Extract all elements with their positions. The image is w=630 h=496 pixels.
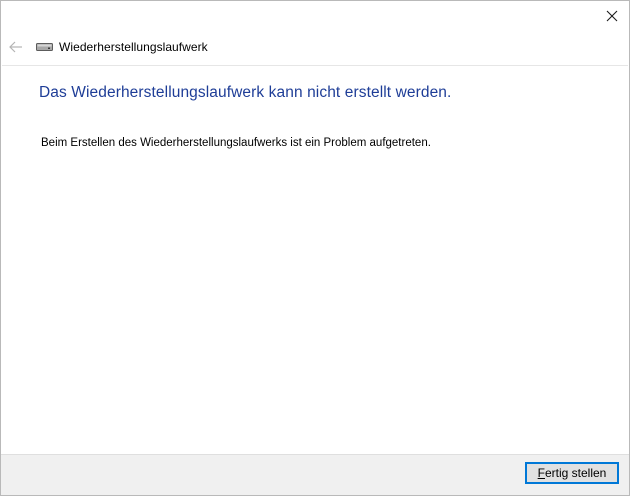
header-divider	[2, 65, 628, 66]
close-icon	[606, 10, 618, 22]
header-title: Wiederherstellungslaufwerk	[59, 40, 208, 54]
dialog-window: Wiederherstellungslaufwerk Das Wiederher…	[0, 0, 630, 496]
drive-icon	[36, 40, 54, 54]
finish-button-accelerator: F	[537, 466, 545, 480]
close-button[interactable]	[595, 1, 629, 31]
error-message: Beim Erstellen des Wiederherstellungslau…	[41, 137, 431, 149]
finish-button[interactable]: Fertig stellen	[525, 462, 619, 484]
back-button[interactable]	[2, 33, 30, 61]
finish-button-label: ertig stellen	[544, 466, 607, 480]
back-arrow-icon	[9, 41, 22, 53]
dialog-footer: Fertig stellen	[1, 454, 629, 495]
wizard-header: Wiederherstellungslaufwerk	[1, 33, 629, 61]
main-heading: Das Wiederherstellungslaufwerk kann nich…	[39, 84, 452, 101]
